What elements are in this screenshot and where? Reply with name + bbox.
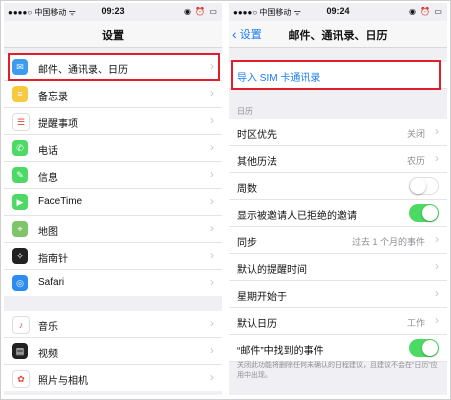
reminders-icon: ☰ bbox=[12, 113, 30, 131]
toggle-knob bbox=[422, 205, 438, 221]
maps-icon: ⌖ bbox=[12, 221, 28, 237]
highlight-box-import-sim bbox=[231, 60, 441, 90]
chevron-right-icon: › bbox=[435, 313, 439, 327]
facetime-icon: ▶ bbox=[12, 194, 28, 210]
settings-row[interactable]: ✿ 照片与相机 › bbox=[4, 365, 222, 391]
settings-row[interactable]: ◎ Safari › bbox=[4, 270, 222, 296]
settings-row[interactable]: ✆ 电话 › bbox=[4, 135, 222, 162]
setting-label: 显示被邀请人已拒绝的邀请 bbox=[237, 211, 357, 222]
settings-group-apps: ✉ 邮件、通讯录、日历 › ≡ 备忘录 › ☰ 提醒事项 › ✆ 电话 › ✎ 信息 › ▶ FaceTime ›… bbox=[4, 54, 222, 296]
setting-value: 农历 bbox=[406, 156, 425, 166]
setting-value: 工作 bbox=[406, 318, 425, 328]
settings-row[interactable]: ▶ FaceTime › bbox=[4, 189, 222, 216]
toggle-switch[interactable] bbox=[409, 339, 439, 357]
page-title: 邮件、通讯录、日历 bbox=[288, 30, 388, 42]
settings-row-label: 提醒事项 bbox=[38, 119, 78, 130]
music-icon: ♪ bbox=[12, 316, 30, 334]
toggle-switch[interactable] bbox=[409, 177, 439, 195]
chevron-right-icon: › bbox=[435, 124, 439, 138]
calendar-setting-row[interactable]: 星期开始于 › bbox=[229, 281, 447, 308]
settings-row-label: FaceTime bbox=[38, 196, 83, 207]
calendar-settings-group: 时区优先 关闭 › 其他历法 农历 › 周数显示被邀请人已拒绝的邀请 同步 过去 1 个月的事件… bbox=[229, 119, 447, 362]
chevron-right-icon: › bbox=[210, 86, 214, 100]
toggle-knob bbox=[422, 340, 438, 356]
chevron-right-icon: › bbox=[210, 275, 214, 289]
chevron-right-icon: › bbox=[210, 113, 214, 127]
chevron-right-icon: › bbox=[210, 194, 214, 208]
setting-label: 默认的提醒时间 bbox=[237, 265, 307, 276]
photos-icon: ✿ bbox=[12, 370, 30, 388]
toggle-knob bbox=[410, 178, 426, 194]
status-bar: ●●●●○ 中国移动 ᯤ 09:23 ◉ ⏰ ▭ bbox=[4, 3, 222, 21]
nav-bar: 设置 bbox=[4, 21, 222, 48]
chevron-right-icon: › bbox=[210, 248, 214, 262]
calendar-setting-row[interactable]: 其他历法 农历 › bbox=[229, 146, 447, 173]
video-icon: ▤ bbox=[12, 343, 28, 359]
settings-row[interactable]: ✧ 指南针 › bbox=[4, 243, 222, 270]
status-bar: ●●●●○ 中国移动 ᯤ 09:24 ◉ ⏰ ▭ bbox=[229, 3, 447, 21]
phone-icon: ✆ bbox=[12, 140, 28, 156]
settings-row-label: 指南针 bbox=[38, 254, 68, 265]
calendar-setting-row[interactable]: 周数 bbox=[229, 173, 447, 200]
setting-label: 默认日历 bbox=[237, 319, 277, 330]
chevron-right-icon: › bbox=[210, 343, 214, 357]
chevron-right-icon: › bbox=[210, 370, 214, 384]
settings-row[interactable]: ♪ 音乐 › bbox=[4, 311, 222, 338]
toggle-switch[interactable] bbox=[409, 204, 439, 222]
chevron-right-icon: › bbox=[210, 221, 214, 235]
status-icons: ◉ ⏰ ▭ bbox=[409, 7, 443, 16]
setting-value: 过去 1 个月的事件 bbox=[351, 237, 425, 247]
setting-label: “邮件”中找到的事件 bbox=[237, 346, 324, 357]
setting-label: 周数 bbox=[237, 184, 257, 195]
calendar-setting-row[interactable]: 默认日历 工作 › bbox=[229, 308, 447, 335]
calendar-setting-row[interactable]: “邮件”中找到的事件 bbox=[229, 335, 447, 362]
settings-row-label: 备忘录 bbox=[38, 92, 68, 103]
settings-row-label: 照片与相机 bbox=[38, 376, 88, 387]
settings-row-label: 视频 bbox=[38, 349, 58, 360]
calendar-setting-row[interactable]: 时区优先 关闭 › bbox=[229, 119, 447, 146]
setting-value: 关闭 bbox=[406, 129, 425, 139]
nav-bar: ‹ 设置 邮件、通讯录、日历 bbox=[229, 21, 447, 48]
settings-row[interactable]: ≡ 备忘录 › bbox=[4, 81, 222, 108]
chevron-right-icon: › bbox=[210, 167, 214, 181]
settings-row-label: 音乐 bbox=[38, 322, 58, 333]
notes-icon: ≡ bbox=[12, 86, 28, 102]
calendar-setting-row[interactable]: 同步 过去 1 个月的事件 › bbox=[229, 227, 447, 254]
chevron-right-icon: › bbox=[435, 232, 439, 246]
settings-row[interactable]: ✎ 信息 › bbox=[4, 162, 222, 189]
status-icons: ◉ ⏰ ▭ bbox=[184, 7, 218, 16]
chevron-right-icon: › bbox=[210, 140, 214, 154]
setting-label: 同步 bbox=[237, 238, 257, 249]
calendar-setting-row[interactable]: 默认的提醒时间 › bbox=[229, 254, 447, 281]
settings-group-media: ♪ 音乐 › ▤ 视频 › ✿ 照片与相机 › bbox=[4, 311, 222, 391]
highlight-box-mail-row bbox=[8, 53, 220, 81]
mail-contacts-calendar-screen: ●●●●○ 中国移动 ᯤ 09:24 ◉ ⏰ ▭ ‹ 设置 邮件、通讯录、日历 … bbox=[229, 3, 447, 395]
setting-label: 星期开始于 bbox=[237, 292, 287, 303]
messages-icon: ✎ bbox=[12, 167, 28, 183]
settings-row[interactable]: ⌖ 地图 › bbox=[4, 216, 222, 243]
setting-label: 时区优先 bbox=[237, 130, 277, 141]
footnote-text: 关闭此功能将删除任何未确认的日程建议，且建议不会在“日历”应用中出现。 bbox=[237, 362, 438, 379]
safari-icon: ◎ bbox=[12, 275, 28, 291]
settings-row[interactable]: ☰ 提醒事项 › bbox=[4, 108, 222, 135]
settings-screen: ●●●●○ 中国移动 ᯤ 09:23 ◉ ⏰ ▭ 设置 ✉ 邮件、通讯录、日历 › ≡… bbox=[4, 3, 222, 395]
chevron-right-icon: › bbox=[210, 316, 214, 330]
chevron-right-icon: › bbox=[435, 151, 439, 165]
page-title: 设置 bbox=[102, 30, 124, 42]
calendar-setting-row[interactable]: 显示被邀请人已拒绝的邀请 bbox=[229, 200, 447, 227]
chevron-right-icon: › bbox=[435, 259, 439, 273]
setting-label: 其他历法 bbox=[237, 157, 277, 168]
settings-row-label: 信息 bbox=[38, 173, 58, 184]
chevron-right-icon: › bbox=[435, 286, 439, 300]
compass-icon: ✧ bbox=[12, 248, 28, 264]
settings-row-label: Safari bbox=[38, 277, 65, 288]
settings-row-label: 地图 bbox=[38, 227, 58, 238]
section-header-calendar: 日历 bbox=[237, 107, 253, 116]
settings-row[interactable]: ▤ 视频 › bbox=[4, 338, 222, 365]
settings-row-label: 电话 bbox=[38, 146, 58, 157]
